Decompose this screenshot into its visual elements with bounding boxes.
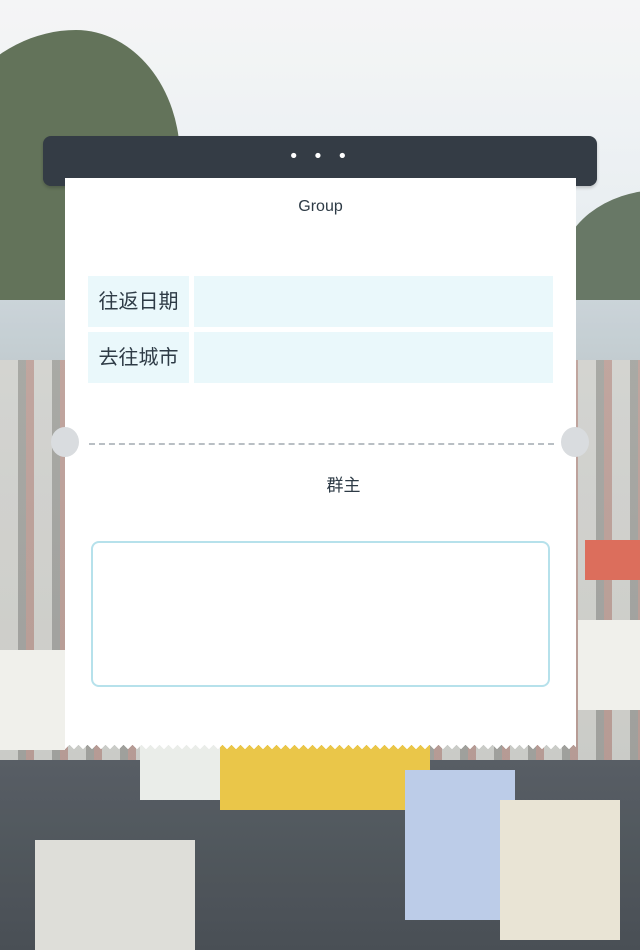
city-input[interactable] xyxy=(194,332,553,383)
field-row-city: 去往城市 xyxy=(88,332,553,383)
card-title: Group xyxy=(298,198,343,215)
ticket-notch-left xyxy=(51,427,79,457)
ticket-notch-right xyxy=(561,427,589,457)
field-label-city: 去往城市 xyxy=(88,332,189,383)
ticket-card: Group 往返日期 去往城市 群主 xyxy=(65,178,576,740)
notes-textarea[interactable] xyxy=(91,541,550,687)
ticket-zigzag-edge xyxy=(65,740,576,749)
field-label-dates: 往返日期 xyxy=(88,276,189,327)
dates-input[interactable] xyxy=(194,276,553,327)
field-row-dates: 往返日期 xyxy=(88,276,553,327)
more-icon[interactable]: • • • xyxy=(43,146,597,167)
group-owner-label: 群主 xyxy=(326,476,361,496)
dashed-divider xyxy=(89,443,554,445)
